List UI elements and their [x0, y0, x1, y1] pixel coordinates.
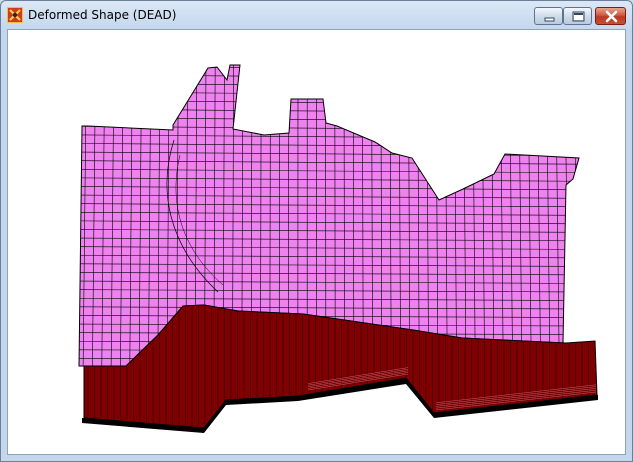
mesh-line [79, 91, 579, 97]
maximize-icon [572, 11, 585, 22]
mesh-line [79, 65, 579, 71]
mesh-line [64, 60, 68, 370]
program-logo-icon[interactable] [7, 7, 23, 23]
mesh-line [573, 65, 579, 366]
mesh-line [79, 74, 579, 80]
mesh-line [79, 82, 579, 88]
mesh-line [79, 108, 579, 114]
maximize-button[interactable] [563, 7, 592, 25]
mesh-line [79, 117, 579, 123]
model-viewport[interactable] [7, 29, 626, 455]
title-bar[interactable]: Deformed Shape (DEAD) [1, 1, 632, 29]
app-window: Deformed Shape (DEAD) [0, 0, 633, 462]
mesh-line [79, 100, 579, 105]
mesh-line [74, 60, 77, 370]
deformed-shape-view[interactable] [8, 30, 627, 456]
close-button[interactable] [595, 7, 626, 25]
window-title: Deformed Shape (DEAD) [28, 8, 177, 22]
close-icon [605, 10, 618, 23]
mesh-line [583, 60, 587, 370]
minimize-icon [544, 17, 555, 22]
minimize-button[interactable] [534, 7, 563, 25]
